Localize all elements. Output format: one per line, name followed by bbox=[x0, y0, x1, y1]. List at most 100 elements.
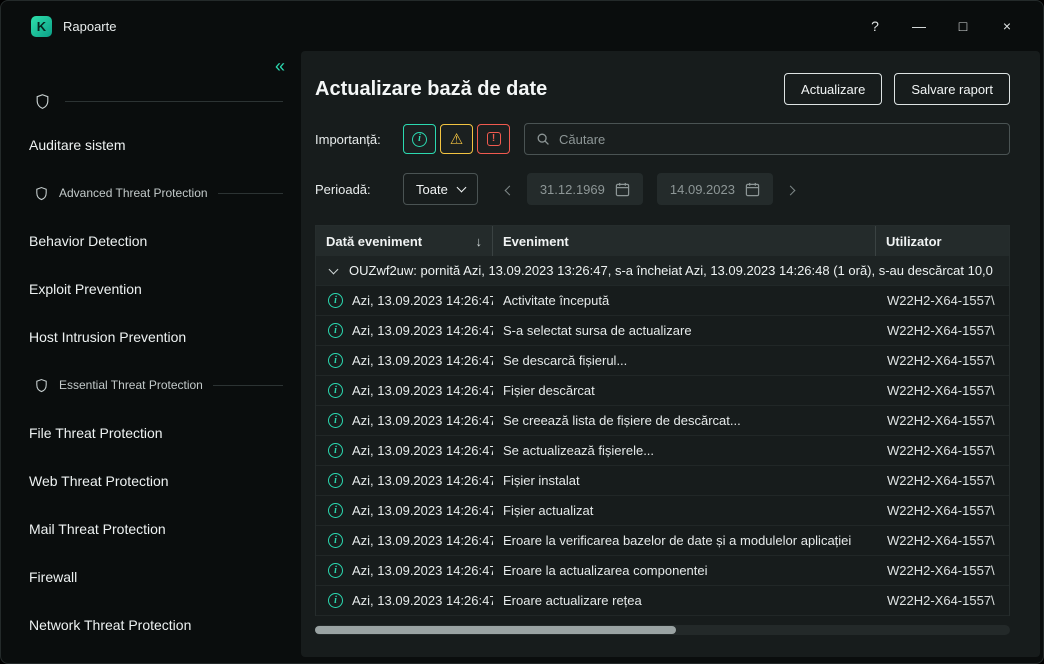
period-value: Toate bbox=[416, 182, 448, 197]
info-icon: i bbox=[328, 293, 343, 308]
table-row[interactable]: i Azi, 13.09.2023 14:26:47 Eroare la ver… bbox=[316, 526, 1009, 556]
importance-critical-toggle[interactable]: ! bbox=[477, 124, 510, 154]
sidebar-item-label: Exploit Prevention bbox=[29, 281, 142, 297]
section-divider bbox=[65, 101, 283, 102]
sidebar-item[interactable]: Mail Threat Protection bbox=[1, 505, 301, 553]
help-button[interactable]: ? bbox=[853, 10, 897, 42]
table-row[interactable]: i Azi, 13.09.2023 14:26:47 Fișier actual… bbox=[316, 496, 1009, 526]
sidebar-item[interactable]: Web Threat Protection bbox=[1, 457, 301, 505]
section-divider bbox=[213, 385, 283, 386]
column-header-user[interactable]: Utilizator bbox=[876, 226, 1009, 256]
sidebar-item[interactable]: File Threat Protection bbox=[1, 409, 301, 457]
date-to-button[interactable]: 14.09.2023 bbox=[657, 173, 773, 205]
calendar-icon bbox=[615, 182, 630, 197]
cell-user: W22H2-X64-1557\ bbox=[876, 443, 1009, 458]
event-date: Azi, 13.09.2023 14:26:47 bbox=[352, 413, 493, 428]
search-box[interactable] bbox=[524, 123, 1010, 155]
sidebar-item[interactable]: Firewall bbox=[1, 553, 301, 601]
table-row[interactable]: i Azi, 13.09.2023 14:26:47 Se actualizea… bbox=[316, 436, 1009, 466]
event-date: Azi, 13.09.2023 14:26:47 bbox=[352, 293, 493, 308]
close-button[interactable]: × bbox=[985, 10, 1029, 42]
column-header-date[interactable]: Dată eveniment ↓ bbox=[316, 226, 493, 256]
cell-event: Eroare la actualizarea componentei bbox=[493, 563, 876, 578]
info-icon: i bbox=[328, 383, 343, 398]
search-icon bbox=[536, 132, 550, 146]
cell-event: Eroare la verificarea bazelor de date și… bbox=[493, 533, 876, 548]
titlebar-left: K Rapoarte bbox=[31, 16, 116, 37]
event-date: Azi, 13.09.2023 14:26:47 bbox=[352, 443, 493, 458]
cell-event: Fișier instalat bbox=[493, 473, 876, 488]
period-next-button[interactable] bbox=[781, 176, 800, 203]
cell-date: i Azi, 13.09.2023 14:26:47 bbox=[316, 383, 493, 398]
column-user-label: Utilizator bbox=[886, 234, 942, 249]
info-icon: i bbox=[412, 132, 427, 147]
sidebar-collapse-button[interactable]: « bbox=[275, 57, 285, 75]
cell-event: Eroare actualizare rețea bbox=[493, 593, 876, 608]
collapse-icon: « bbox=[275, 56, 285, 76]
info-icon: i bbox=[328, 533, 343, 548]
importance-info-toggle[interactable]: i bbox=[403, 124, 436, 154]
period-prev-button[interactable] bbox=[500, 176, 519, 203]
table-row[interactable]: i Azi, 13.09.2023 14:26:47 Eroare la act… bbox=[316, 556, 1009, 586]
date-from-value: 31.12.1969 bbox=[540, 182, 605, 197]
sidebar-item-label: Web Threat Protection bbox=[29, 473, 169, 489]
scrollbar-thumb[interactable] bbox=[315, 626, 676, 634]
save-report-button[interactable]: Salvare raport bbox=[894, 73, 1010, 105]
cell-event: Fișier descărcat bbox=[493, 383, 876, 398]
app-window: K Rapoarte ? — □ × « bbox=[0, 0, 1044, 664]
sidebar-nav: Auditare sistem Advanced Threat Protecti… bbox=[1, 121, 301, 649]
date-to-value: 14.09.2023 bbox=[670, 182, 735, 197]
date-from-button[interactable]: 31.12.1969 bbox=[527, 173, 643, 205]
critical-icon: ! bbox=[487, 132, 501, 146]
header-buttons: Actualizare Salvare raport bbox=[784, 73, 1010, 105]
update-button[interactable]: Actualizare bbox=[784, 73, 882, 105]
sidebar-item[interactable]: Exploit Prevention bbox=[1, 265, 301, 313]
maximize-button[interactable]: □ bbox=[941, 10, 985, 42]
period-filter-row: Perioadă: Toate 31.12.1969 14.09.2023 bbox=[315, 173, 1010, 205]
close-icon: × bbox=[1003, 18, 1011, 34]
period-label: Perioadă: bbox=[315, 182, 403, 197]
horizontal-scrollbar[interactable] bbox=[315, 625, 1010, 635]
events-table: Dată eveniment ↓ Eveniment Utilizator OU… bbox=[315, 225, 1010, 616]
chevron-down-icon bbox=[329, 264, 339, 274]
cell-user: W22H2-X64-1557\ bbox=[876, 323, 1009, 338]
table-row[interactable]: i Azi, 13.09.2023 14:26:47 S-a selectat … bbox=[316, 316, 1009, 346]
sidebar-collapse-row: « bbox=[1, 51, 301, 81]
sidebar-item-label: Host Intrusion Prevention bbox=[29, 329, 186, 345]
importance-toggle-group: i ⚠ ! bbox=[403, 124, 510, 154]
table-row[interactable]: i Azi, 13.09.2023 14:26:47 Se descarcă f… bbox=[316, 346, 1009, 376]
event-date: Azi, 13.09.2023 14:26:47 bbox=[352, 353, 493, 368]
window-controls: ? — □ × bbox=[853, 10, 1029, 42]
info-icon: i bbox=[328, 563, 343, 578]
table-row[interactable]: i Azi, 13.09.2023 14:26:47 Fișier descăr… bbox=[316, 376, 1009, 406]
table-row[interactable]: i Azi, 13.09.2023 14:26:47 Eroare actual… bbox=[316, 586, 1009, 616]
group-row-label: OUZwf2uw: pornită Azi, 13.09.2023 13:26:… bbox=[349, 263, 993, 278]
section-divider bbox=[218, 193, 283, 194]
group-row[interactable]: OUZwf2uw: pornită Azi, 13.09.2023 13:26:… bbox=[316, 256, 1009, 286]
cell-event: Se descarcă fișierul... bbox=[493, 353, 876, 368]
sidebar-item[interactable]: Network Threat Protection bbox=[1, 601, 301, 649]
column-date-label: Dată eveniment bbox=[326, 234, 422, 249]
column-header-event[interactable]: Eveniment bbox=[493, 226, 876, 256]
table-row[interactable]: i Azi, 13.09.2023 14:26:47 Se creează li… bbox=[316, 406, 1009, 436]
cell-user: W22H2-X64-1557\ bbox=[876, 293, 1009, 308]
importance-warning-toggle[interactable]: ⚠ bbox=[440, 124, 473, 154]
minimize-button[interactable]: — bbox=[897, 10, 941, 42]
cell-date: i Azi, 13.09.2023 14:26:47 bbox=[316, 503, 493, 518]
warning-icon: ⚠ bbox=[450, 130, 463, 148]
main-panel: Actualizare bază de date Actualizare Sal… bbox=[301, 51, 1040, 657]
sidebar-section: Essential Threat Protection bbox=[1, 361, 301, 409]
shield-icon bbox=[34, 93, 51, 110]
cell-date: i Azi, 13.09.2023 14:26:47 bbox=[316, 563, 493, 578]
table-row[interactable]: i Azi, 13.09.2023 14:26:47 Activitate în… bbox=[316, 286, 1009, 316]
chevron-right-icon bbox=[786, 185, 796, 195]
period-dropdown[interactable]: Toate bbox=[403, 173, 478, 205]
table-row[interactable]: i Azi, 13.09.2023 14:26:47 Fișier instal… bbox=[316, 466, 1009, 496]
sidebar-item[interactable]: Behavior Detection bbox=[1, 217, 301, 265]
sidebar-item[interactable]: Host Intrusion Prevention bbox=[1, 313, 301, 361]
cell-date: i Azi, 13.09.2023 14:26:47 bbox=[316, 353, 493, 368]
sidebar-item[interactable]: Auditare sistem bbox=[1, 121, 301, 169]
info-icon: i bbox=[328, 413, 343, 428]
sidebar-section-protection bbox=[1, 81, 301, 121]
search-input[interactable] bbox=[559, 132, 998, 147]
